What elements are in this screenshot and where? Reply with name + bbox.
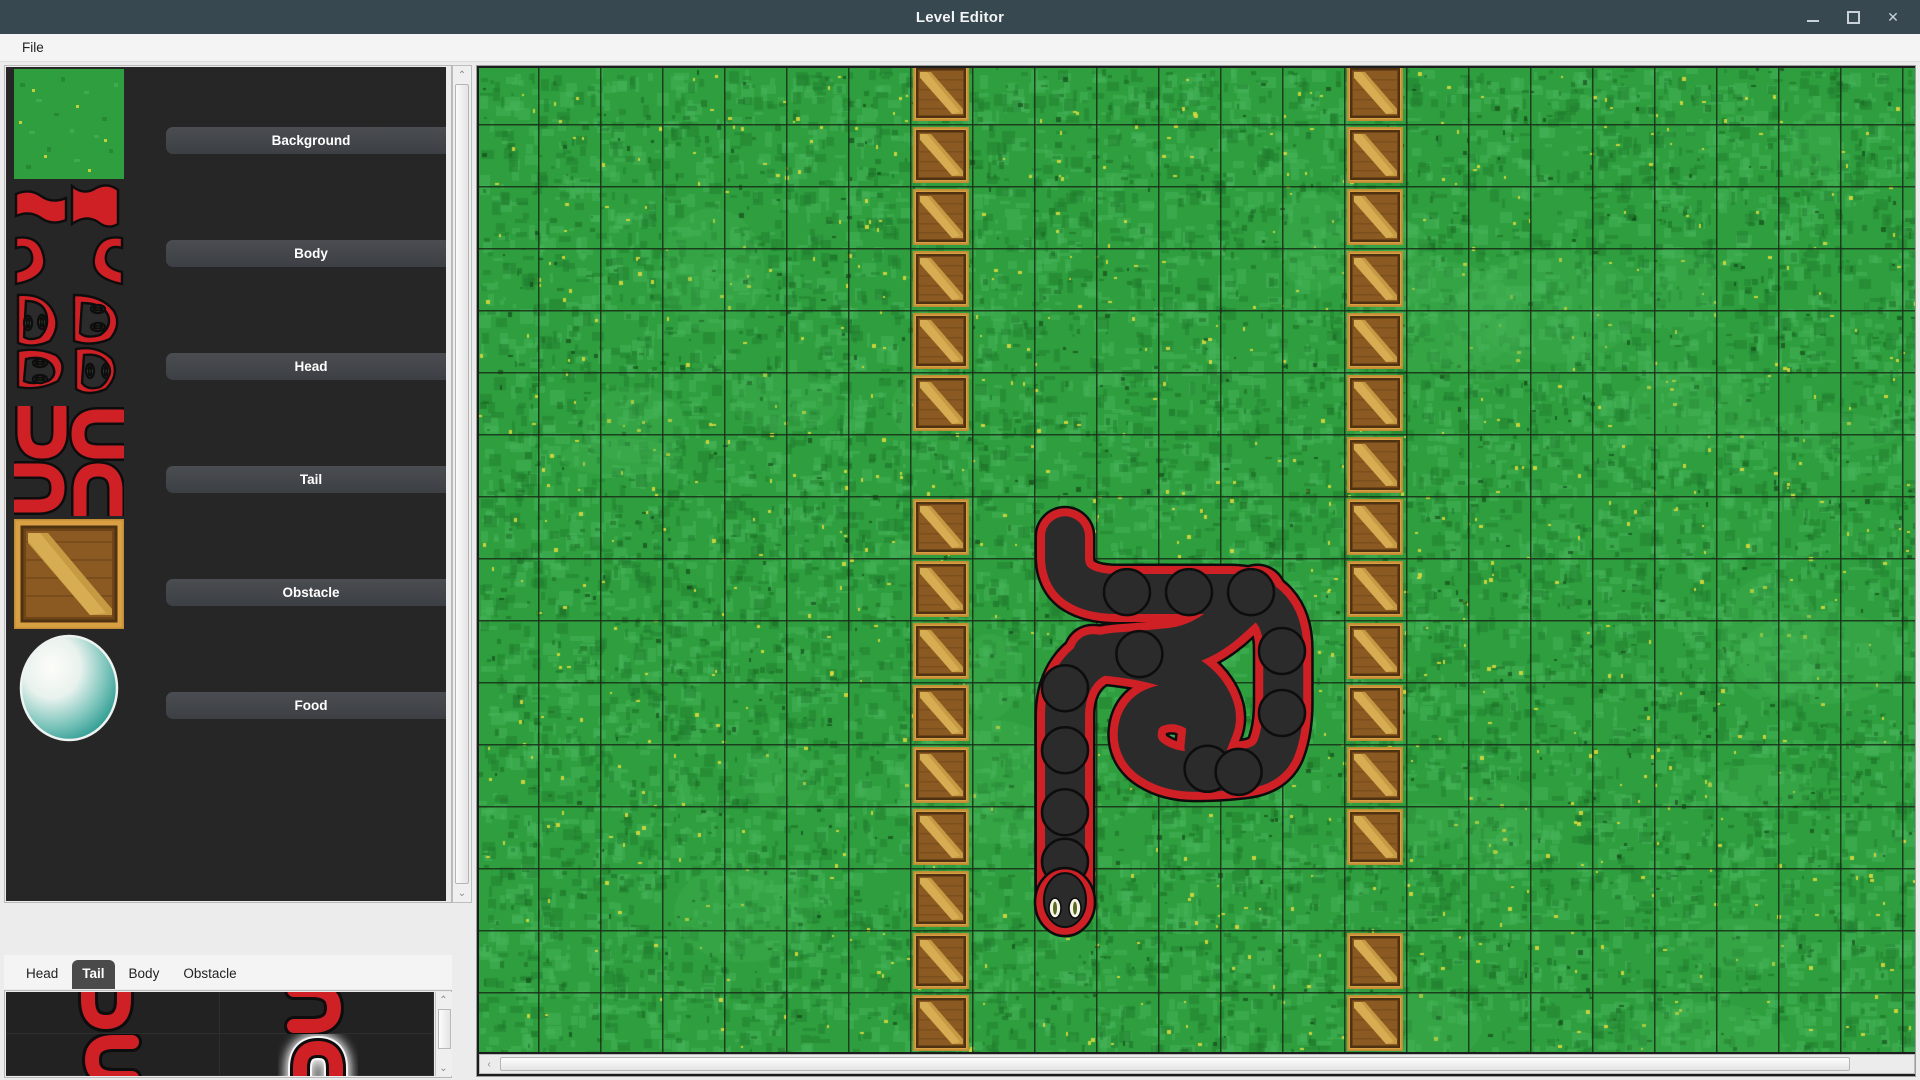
variant-list[interactable] bbox=[6, 992, 434, 1076]
minimize-button[interactable] bbox=[1804, 8, 1822, 26]
tab-head[interactable]: Head bbox=[16, 960, 68, 989]
scroll-left-icon[interactable]: ‹ bbox=[480, 1055, 498, 1073]
close-button[interactable]: ✕ bbox=[1884, 8, 1902, 26]
asset-panel: Background Body Head Tail Obstacle Food … bbox=[0, 62, 455, 1080]
variant-cell-tail-down[interactable] bbox=[6, 992, 220, 1034]
level-canvas-frame: ‹ bbox=[476, 65, 1916, 1077]
tool-button-body[interactable]: Body bbox=[166, 240, 446, 267]
tool-label-tail: Tail bbox=[300, 472, 322, 487]
variant-cell-tail-left[interactable] bbox=[220, 992, 434, 1034]
palette-frame: Background Body Head Tail Obstacle Food bbox=[4, 65, 452, 903]
title-bar: Level Editor ✕ bbox=[0, 0, 1920, 34]
menu-bar: File bbox=[0, 34, 1920, 62]
tool-button-food[interactable]: Food bbox=[166, 692, 446, 719]
canvas-horizontal-scrollbar[interactable]: ‹ bbox=[479, 1054, 1915, 1074]
tool-button-head[interactable]: Head bbox=[166, 353, 446, 380]
snake-head-preview[interactable] bbox=[14, 293, 124, 403]
food-egg-preview[interactable] bbox=[14, 632, 124, 742]
snake-head bbox=[1035, 868, 1095, 936]
grass-tile-preview[interactable] bbox=[14, 69, 124, 179]
scroll-up-icon[interactable]: ⌃ bbox=[453, 67, 471, 83]
variant-list-scrollbar[interactable]: ⌃ ⌄ bbox=[435, 992, 452, 1076]
level-canvas[interactable] bbox=[479, 68, 1915, 1052]
variant-cell-tail-right[interactable] bbox=[6, 1034, 220, 1076]
tab-obstacle[interactable]: Obstacle bbox=[173, 960, 246, 989]
tool-button-obstacle[interactable]: Obstacle bbox=[166, 579, 446, 606]
workspace: Background Body Head Tail Obstacle Food … bbox=[0, 62, 1920, 1080]
tool-button-tail[interactable]: Tail bbox=[166, 466, 446, 493]
window-controls: ✕ bbox=[1804, 0, 1912, 34]
tool-button-background[interactable]: Background bbox=[166, 127, 446, 154]
tool-label-food: Food bbox=[295, 698, 328, 713]
tool-label-body: Body bbox=[294, 246, 328, 261]
palette-scroll-thumb[interactable] bbox=[455, 84, 469, 884]
menu-item-file[interactable]: File bbox=[12, 37, 54, 58]
variant-scroll-up-icon[interactable]: ⌃ bbox=[436, 992, 451, 1008]
palette-surface[interactable]: Background Body Head Tail Obstacle Food bbox=[6, 67, 446, 901]
variant-scroll-thumb[interactable] bbox=[438, 1009, 451, 1049]
tab-body[interactable]: Body bbox=[119, 960, 170, 989]
tool-label-head: Head bbox=[294, 359, 327, 374]
maximize-button[interactable] bbox=[1844, 8, 1862, 26]
snake-entity[interactable] bbox=[479, 68, 1915, 1052]
wooden-crate-preview[interactable] bbox=[14, 519, 124, 629]
window-title: Level Editor bbox=[916, 9, 1004, 26]
snake-tail-preview[interactable] bbox=[14, 406, 124, 516]
tool-label-background: Background bbox=[272, 133, 351, 148]
snake-body-preview[interactable] bbox=[14, 180, 124, 290]
palette-vertical-scrollbar[interactable]: ⌃ ⌄ bbox=[452, 65, 472, 903]
scroll-down-icon[interactable]: ⌄ bbox=[453, 885, 471, 901]
tab-tail[interactable]: Tail bbox=[72, 960, 114, 989]
variant-scroll-down-icon[interactable]: ⌄ bbox=[436, 1060, 451, 1076]
variant-tab-strip: Head Tail Body Obstacle bbox=[4, 955, 452, 989]
tool-label-obstacle: Obstacle bbox=[282, 585, 339, 600]
canvas-scroll-thumb[interactable] bbox=[500, 1057, 1850, 1071]
variant-list-frame: ⌃ ⌄ bbox=[4, 990, 452, 1078]
variant-cell-tail-up[interactable] bbox=[220, 1034, 434, 1076]
